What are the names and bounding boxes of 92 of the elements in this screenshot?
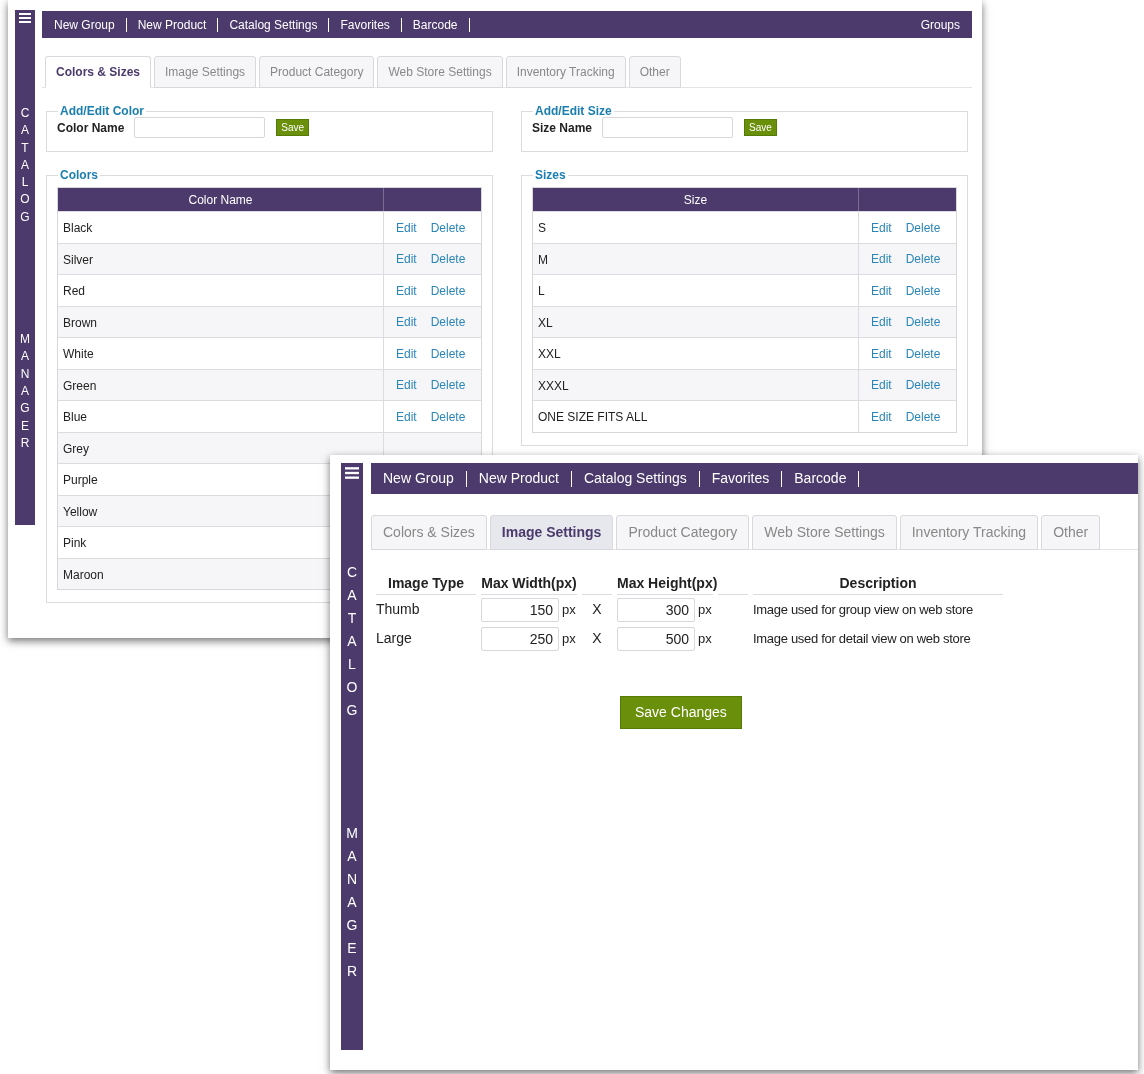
sidebar-label: MANAGER xyxy=(345,824,359,981)
nav-link[interactable]: New Product xyxy=(478,468,559,489)
nav-link[interactable]: New Group xyxy=(54,15,115,34)
table-link[interactable]: Delete xyxy=(430,344,466,363)
table-cell: ONE SIZE FITS ALL xyxy=(533,401,859,432)
nav-link[interactable]: Barcode xyxy=(794,468,847,489)
table-link[interactable]: Delete xyxy=(430,250,466,269)
input-field[interactable] xyxy=(134,117,266,138)
table-link[interactable]: Edit xyxy=(396,250,417,269)
table-link[interactable]: Edit xyxy=(396,281,417,300)
nav-link[interactable]: Favorites xyxy=(711,468,770,489)
tab[interactable]: Other xyxy=(628,56,681,88)
tab[interactable]: Product Category xyxy=(616,515,750,550)
tab[interactable]: Inventory Tracking xyxy=(505,56,626,88)
table-link[interactable]: Edit xyxy=(396,218,417,237)
save-button[interactable]: Save xyxy=(276,119,310,136)
table-link[interactable]: Edit xyxy=(871,218,892,237)
table-cell-text: Thumb xyxy=(376,600,421,619)
input-field[interactable]: 300 xyxy=(617,597,695,622)
nav-link[interactable]: Catalog Settings xyxy=(583,468,687,489)
section-title: Sizes xyxy=(534,167,567,184)
unit-label: px xyxy=(562,629,576,648)
table-link[interactable]: Edit xyxy=(871,313,892,332)
section-title: Add/Edit Color xyxy=(59,103,145,120)
input-field[interactable] xyxy=(602,117,734,138)
input-field[interactable]: 500 xyxy=(617,626,695,651)
column-header: Description xyxy=(753,573,1003,595)
table-cell: Red xyxy=(58,275,384,306)
table-link[interactable]: Delete xyxy=(905,281,941,300)
input-field[interactable]: 150 xyxy=(481,597,559,622)
table-cell-text: Image used for group view on web store xyxy=(753,600,973,619)
table-link[interactable]: Delete xyxy=(905,407,941,426)
table-link[interactable]: Delete xyxy=(430,218,466,237)
table-link[interactable]: Delete xyxy=(430,407,466,426)
nav-link[interactable]: Barcode xyxy=(412,15,458,34)
table-cell-text: Large xyxy=(376,629,413,648)
field-label: Size Name xyxy=(532,119,593,137)
table-link[interactable]: Delete xyxy=(905,313,941,332)
table-cell: XXL xyxy=(533,338,859,369)
nav-link[interactable]: Groups xyxy=(920,15,960,34)
input-field[interactable]: 250 xyxy=(481,626,559,651)
nav-link[interactable]: New Product xyxy=(137,15,207,34)
menu-icon[interactable] xyxy=(345,467,359,479)
table-link[interactable]: Edit xyxy=(871,250,892,269)
menu-icon[interactable] xyxy=(19,13,31,23)
section-title: Colors xyxy=(59,167,99,184)
sidebar-label: MANAGER xyxy=(19,331,31,452)
section-title: Add/Edit Size xyxy=(534,103,613,120)
tab[interactable]: Web Store Settings xyxy=(752,515,897,550)
nav-link[interactable]: Favorites xyxy=(340,15,390,34)
tab[interactable]: Image Settings xyxy=(489,515,614,550)
table-link[interactable]: Delete xyxy=(905,250,941,269)
table-link[interactable]: Edit xyxy=(396,313,417,332)
table-link[interactable]: Delete xyxy=(905,344,941,363)
nav-link[interactable]: Catalog Settings xyxy=(229,15,318,34)
column-header: Max Width(px) xyxy=(481,573,577,595)
table-link[interactable]: Edit xyxy=(396,407,417,426)
table-link[interactable]: Edit xyxy=(871,376,892,395)
table-link[interactable]: Delete xyxy=(905,218,941,237)
unit-label: px xyxy=(698,629,712,648)
tab[interactable]: Colors & Sizes xyxy=(371,515,487,550)
tab[interactable]: Other xyxy=(1041,515,1101,550)
sidebar-label: CATALOG xyxy=(19,105,31,226)
table-cell: Black xyxy=(58,212,384,243)
column-header: Image Type xyxy=(376,573,476,595)
table-link[interactable]: Edit xyxy=(871,281,892,300)
table-link[interactable]: Delete xyxy=(905,376,941,395)
table-cell-text: Image used for detail view on web store xyxy=(753,629,971,648)
save-changes-button[interactable]: Save Changes xyxy=(620,696,742,729)
tab[interactable]: Colors & Sizes xyxy=(45,56,152,88)
tab[interactable]: Inventory Tracking xyxy=(899,515,1039,550)
table-cell: Blue xyxy=(58,401,384,432)
table-link[interactable]: Edit xyxy=(396,376,417,395)
unit-label: px xyxy=(562,600,576,619)
table-cell: White xyxy=(58,338,384,369)
times-sign: X xyxy=(591,629,603,648)
unit-label: px xyxy=(698,600,712,619)
tab[interactable]: Image Settings xyxy=(154,56,257,88)
table-link[interactable]: Edit xyxy=(871,344,892,363)
table-link[interactable]: Delete xyxy=(430,376,466,395)
nav-link[interactable]: New Group xyxy=(383,468,454,489)
table-link[interactable]: Edit xyxy=(396,344,417,363)
times-sign: X xyxy=(591,600,603,619)
table-cell: S xyxy=(533,212,859,243)
table-link[interactable]: Delete xyxy=(430,313,466,332)
tab[interactable]: Product Category xyxy=(259,56,375,88)
tab[interactable]: Web Store Settings xyxy=(377,56,503,88)
table-cell: L xyxy=(533,275,859,306)
table-link[interactable]: Edit xyxy=(871,407,892,426)
table-link[interactable]: Delete xyxy=(430,281,466,300)
save-button[interactable]: Save xyxy=(744,119,777,136)
field-label: Color Name xyxy=(57,119,125,137)
